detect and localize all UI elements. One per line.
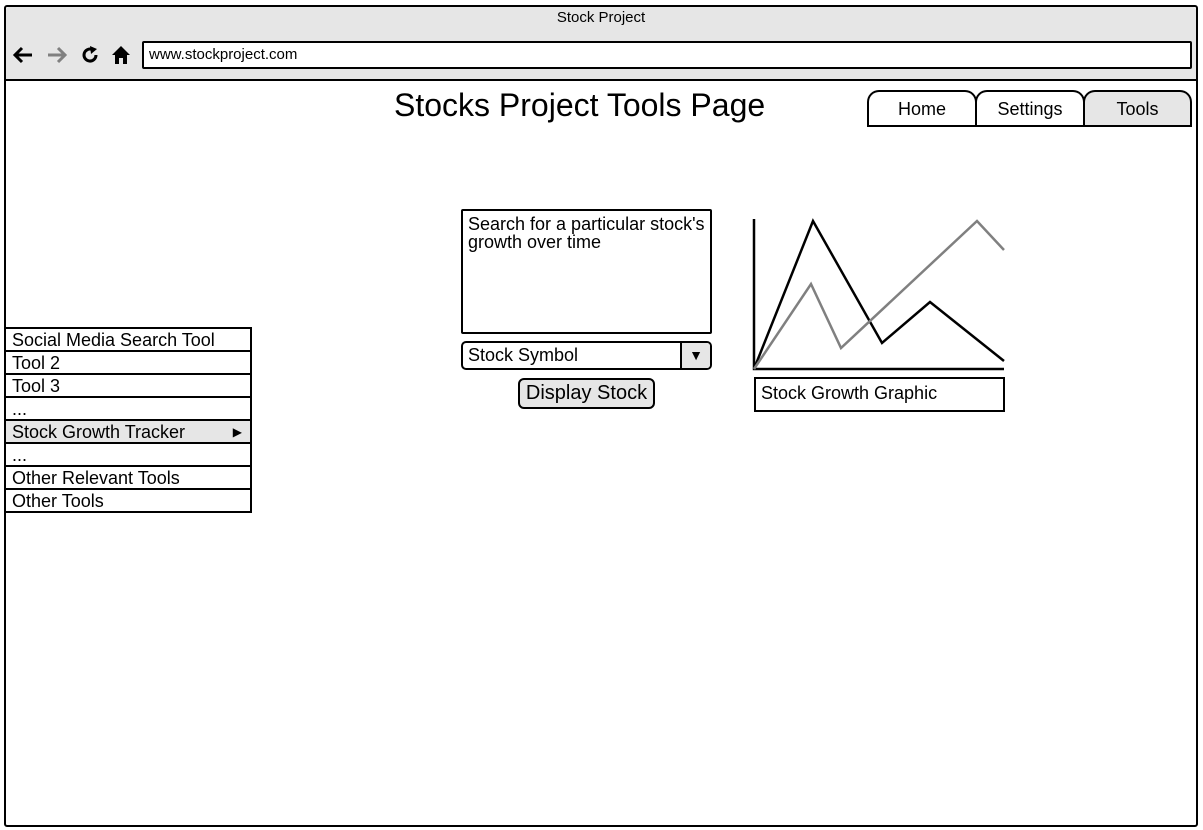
- home-icon: [112, 46, 130, 64]
- tab-label: Tools: [1116, 99, 1159, 119]
- graphic-line-primary: [752, 218, 1005, 370]
- stock-growth-graphic: [752, 218, 1005, 371]
- display-stock-button[interactable]: Display Stock: [518, 378, 655, 409]
- dropdown-arrow-icon[interactable]: ▼: [680, 343, 710, 368]
- back-button[interactable]: [12, 44, 34, 66]
- menu-item-stock-growth-tracker[interactable]: Stock Growth Tracker ▶: [4, 419, 252, 444]
- tab-settings[interactable]: Settings: [975, 90, 1085, 127]
- back-arrow-icon: [12, 46, 32, 64]
- menu-item-label: Social Media Search Tool: [12, 330, 215, 350]
- address-bar[interactable]: www.stockproject.com: [142, 41, 1192, 69]
- stock-symbol-select-value: Stock Symbol: [468, 345, 579, 365]
- tab-label: Settings: [997, 99, 1063, 119]
- graphic-line-secondary: [752, 219, 1005, 370]
- reload-icon: [82, 46, 98, 63]
- tab-label: Home: [897, 99, 946, 119]
- window-title: Stock Project: [556, 9, 646, 26]
- stock-symbol-select[interactable]: Stock Symbol ▼: [461, 341, 712, 370]
- graphic-caption: Stock Growth Graphic: [754, 377, 1005, 412]
- submenu-arrow-icon: ▶: [232, 425, 242, 439]
- menu-item-ellipsis[interactable]: ...: [4, 396, 252, 421]
- forward-arrow-icon: [48, 46, 68, 64]
- menu-item-other-relevant-tools[interactable]: Other Relevant Tools: [4, 465, 252, 490]
- menu-item-label: ...: [12, 399, 28, 419]
- tab-home[interactable]: Home: [867, 90, 977, 127]
- reload-button[interactable]: [79, 44, 101, 66]
- menu-item-label: ...: [12, 445, 28, 465]
- menu-item-ellipsis[interactable]: ...: [4, 442, 252, 467]
- search-description-text[interactable]: Search for a particular stock's growth o…: [461, 209, 712, 334]
- menu-item-other-tools[interactable]: Other Tools: [4, 488, 252, 513]
- browser-window: Stock Project www.stockproject.com Stock…: [4, 5, 1198, 827]
- page-title: Stocks Project Tools Page: [394, 87, 766, 123]
- tools-menu: Social Media Search Tool Tool 2 Tool 3 .…: [4, 327, 252, 513]
- tab-tools[interactable]: Tools: [1083, 90, 1192, 127]
- graphic-axes: [752, 219, 1004, 371]
- tabs-baseline: [867, 125, 1192, 127]
- forward-button[interactable]: [46, 44, 68, 66]
- menu-item-tool-2[interactable]: Tool 2: [4, 350, 252, 375]
- home-button[interactable]: [110, 44, 132, 66]
- browser-titlebar: Stock Project www.stockproject.com: [6, 7, 1196, 81]
- menu-item-tool-3[interactable]: Tool 3: [4, 373, 252, 398]
- menu-item-label: Tool 3: [12, 376, 61, 396]
- menu-item-label: Stock Growth Tracker: [12, 422, 186, 442]
- menu-item-label: Other Tools: [12, 491, 104, 511]
- menu-item-social-media-search-tool[interactable]: Social Media Search Tool: [4, 327, 252, 352]
- menu-item-label: Tool 2: [12, 353, 61, 373]
- menu-item-label: Other Relevant Tools: [12, 468, 180, 488]
